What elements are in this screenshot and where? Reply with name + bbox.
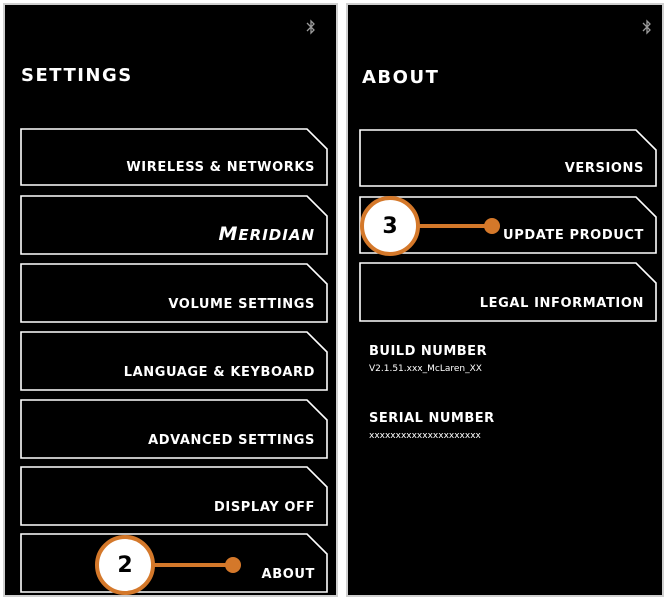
button-frame (20, 331, 328, 391)
button-label: LANGUAGE & KEYBOARD (123, 365, 315, 380)
callout-3: 3 (360, 196, 510, 256)
callout-circle: 3 (360, 196, 420, 256)
page-title: SETTINGS (21, 65, 133, 86)
button-frame (20, 399, 328, 459)
button-label: WIRELESS & NETWORKS (126, 160, 315, 175)
wireless-networks-button[interactable]: WIRELESS & NETWORKS (19, 127, 329, 187)
button-frame (359, 129, 657, 187)
language-keyboard-button[interactable]: LANGUAGE & KEYBOARD (19, 330, 329, 392)
settings-panel: SETTINGS WIRELESS & NETWORKS MERIDIAN VO… (3, 3, 338, 597)
button-frame (20, 466, 328, 526)
button-label: VOLUME SETTINGS (168, 297, 315, 312)
serial-number-label: SERIAL NUMBER (369, 411, 495, 426)
advanced-settings-button[interactable]: ADVANCED SETTINGS (19, 398, 329, 460)
button-frame (20, 128, 328, 186)
button-label: ABOUT (261, 567, 315, 582)
button-label: UPDATE PRODUCT (503, 228, 644, 243)
bluetooth-icon (642, 19, 651, 35)
button-frame (359, 262, 657, 322)
build-number-label: BUILD NUMBER (369, 344, 488, 359)
build-number-value: V2.1.51.xxx_McLaren_XX (369, 364, 482, 374)
button-label: VERSIONS (564, 161, 644, 176)
callout-number: 2 (117, 552, 133, 578)
callout-line (153, 563, 229, 567)
bluetooth-icon (306, 19, 315, 35)
serial-number-value: xxxxxxxxxxxxxxxxxxxxx (369, 431, 481, 441)
button-label: ADVANCED SETTINGS (148, 433, 315, 448)
callout-line (418, 224, 488, 228)
button-label: DISPLAY OFF (214, 500, 315, 515)
callout-2: 2 (95, 535, 255, 595)
about-panel: ABOUT VERSIONS UPDATE PRODUCT LEGAL INFO… (346, 3, 664, 597)
meridian-button[interactable]: MERIDIAN (19, 194, 329, 256)
legal-information-button[interactable]: LEGAL INFORMATION (358, 261, 658, 323)
page-title: ABOUT (362, 67, 440, 88)
button-frame (20, 263, 328, 323)
button-label: LEGAL INFORMATION (479, 296, 644, 311)
volume-settings-button[interactable]: VOLUME SETTINGS (19, 262, 329, 324)
versions-button[interactable]: VERSIONS (358, 128, 658, 188)
display-off-button[interactable]: DISPLAY OFF (19, 465, 329, 527)
callout-dot (225, 557, 241, 573)
callout-number: 3 (382, 213, 398, 239)
meridian-logo: MERIDIAN (218, 223, 315, 245)
callout-dot (484, 218, 500, 234)
callout-circle: 2 (95, 535, 155, 595)
